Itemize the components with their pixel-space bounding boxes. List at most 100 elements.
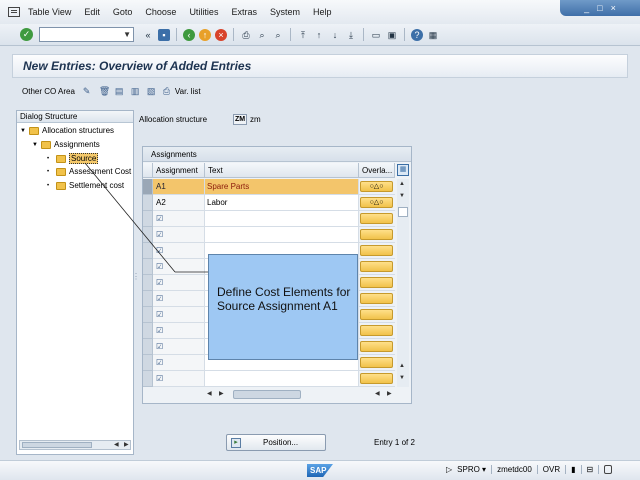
last-page-icon[interactable]: ⤓ [345, 29, 357, 41]
overlap-button[interactable] [360, 293, 393, 304]
row-selector[interactable] [143, 371, 153, 387]
scroll-right-icon[interactable]: ▶ [387, 390, 392, 397]
row-selector[interactable] [143, 291, 153, 307]
scroll-left-icon[interactable]: ◀ [375, 390, 380, 397]
text-cell[interactable] [205, 211, 359, 227]
row-selector[interactable] [143, 195, 153, 211]
row-selector[interactable] [143, 227, 153, 243]
menu-system[interactable]: System [270, 7, 300, 17]
scroll-up-icon[interactable]: ▲ [399, 363, 405, 369]
next-page-icon[interactable]: ↓ [329, 29, 341, 41]
menu-edit[interactable]: Edit [84, 7, 100, 17]
table-row[interactable]: A1 Spare Parts ○△○ [143, 179, 395, 195]
command-field[interactable]: ▼ [39, 27, 134, 42]
var-list-button[interactable]: Var. list [175, 87, 201, 96]
select-all-icon[interactable]: ▤ [115, 86, 125, 96]
column-header-overlap[interactable]: Overla... [359, 163, 395, 178]
overlap-button[interactable]: ○△○ [360, 181, 393, 192]
assignment-cell[interactable]: ☑ [153, 355, 205, 371]
row-selector[interactable] [143, 259, 153, 275]
select-block-icon[interactable]: ▥ [131, 86, 141, 96]
menu-icon[interactable] [8, 7, 20, 17]
menu-choose[interactable]: Choose [145, 7, 176, 17]
deselect-icon[interactable]: ▧ [147, 86, 157, 96]
tree-node-assessment-cost[interactable]: • Assessment Cost [47, 167, 131, 176]
previous-page-icon[interactable]: ↑ [313, 29, 325, 41]
exit-icon[interactable]: ↑ [199, 28, 211, 41]
expanded-triangle-icon[interactable]: ▼ [32, 142, 38, 148]
row-selector[interactable] [143, 243, 153, 259]
delete-icon[interactable]: 🗑 [99, 86, 110, 96]
scroll-down-icon[interactable]: ▼ [399, 375, 405, 381]
close-icon[interactable]: × [611, 3, 616, 13]
column-header-assignment[interactable]: Assignment [153, 163, 205, 178]
scroll-down-icon[interactable]: ▼ [399, 193, 405, 199]
overlap-button[interactable] [360, 325, 393, 336]
column-header-text[interactable]: Text [205, 163, 359, 178]
assignment-cell[interactable]: ☑ [153, 323, 205, 339]
row-selector[interactable] [143, 211, 153, 227]
scroll-right-icon[interactable]: ▶ [219, 390, 224, 397]
assignment-cell[interactable]: ☑ [153, 211, 205, 227]
menu-goto[interactable]: Goto [113, 7, 133, 17]
assignment-cell[interactable]: ☑ [153, 307, 205, 323]
status-transaction[interactable]: SPRO ▾ [457, 465, 493, 474]
status-layout-icon[interactable]: ⊟ [587, 465, 600, 474]
menu-table-view[interactable]: Table View [28, 7, 71, 17]
tree-node-allocation-structures[interactable]: ▼ Allocation structures [20, 126, 114, 135]
layout-icon[interactable]: ▦ [427, 29, 439, 41]
assignment-cell[interactable]: ☑ [153, 339, 205, 355]
assignment-cell[interactable]: ☑ [153, 291, 205, 307]
minimize-icon[interactable]: _ [584, 3, 589, 13]
chevron-down-icon[interactable]: ▼ [123, 30, 131, 39]
scroll-up-icon[interactable]: ▲ [399, 181, 405, 187]
table-row[interactable]: ☑ [143, 227, 395, 243]
overlap-button[interactable] [360, 213, 393, 224]
position-button[interactable]: ▸ Position... [226, 434, 326, 451]
overlap-button[interactable] [360, 229, 393, 240]
table-horizontal-scrollbar[interactable]: ◀ ▶ ◀ ▶ [205, 390, 395, 400]
row-selector[interactable] [143, 179, 153, 195]
new-session-icon[interactable]: ▭ [370, 29, 382, 41]
tree-horizontal-scrollbar[interactable]: ◀ ▶ [19, 440, 131, 450]
assignment-cell[interactable]: ☑ [153, 259, 205, 275]
shortcut-icon[interactable]: ▣ [386, 29, 398, 41]
overlap-button[interactable] [360, 277, 393, 288]
assignment-cell[interactable]: ☑ [153, 243, 205, 259]
restore-icon[interactable]: □ [597, 3, 602, 13]
history-icon[interactable]: « [142, 29, 154, 41]
back-icon[interactable]: ‹ [183, 28, 195, 41]
status-expand-icon[interactable]: ▷ [446, 465, 452, 474]
scroll-thumb[interactable] [22, 442, 92, 448]
scroll-right-icon[interactable]: ▶ [124, 441, 129, 448]
overlap-button[interactable]: ○△○ [360, 197, 393, 208]
text-cell[interactable] [205, 371, 359, 387]
change-display-icon[interactable]: ✎ [83, 86, 93, 96]
scroll-left-icon[interactable]: ◀ [114, 441, 119, 448]
cancel-icon[interactable]: × [215, 28, 227, 41]
overlap-button[interactable] [360, 261, 393, 272]
other-co-area-button[interactable]: Other CO Area [22, 87, 75, 96]
assignment-cell[interactable]: ☑ [153, 275, 205, 291]
enter-icon[interactable]: ✓ [20, 28, 33, 41]
menu-extras[interactable]: Extras [231, 7, 257, 17]
tree-node-source[interactable]: • Source [47, 153, 99, 164]
overlap-button[interactable] [360, 341, 393, 352]
scroll-left-icon[interactable]: ◀ [207, 390, 212, 397]
overlap-button[interactable] [360, 357, 393, 368]
row-selector[interactable] [143, 307, 153, 323]
table-row[interactable]: ☑ [143, 211, 395, 227]
assignment-cell[interactable]: A2 [153, 195, 205, 211]
overlap-button[interactable] [360, 245, 393, 256]
overlap-button[interactable] [360, 309, 393, 320]
scroll-thumb[interactable] [233, 390, 301, 399]
table-row[interactable]: ☑ [143, 371, 395, 387]
tree-node-settlement-cost[interactable]: • Settlement cost [47, 181, 124, 190]
select-all-header[interactable] [143, 163, 153, 178]
print-icon[interactable]: ⎙ [240, 29, 252, 41]
menu-utilities[interactable]: Utilities [189, 7, 218, 17]
print-icon[interactable]: ⎙ [163, 86, 173, 96]
save-icon[interactable]: ▪ [158, 28, 170, 41]
assignment-cell[interactable]: ☑ [153, 371, 205, 387]
table-vertical-scrollbar[interactable]: ▲ ▼ ▲ ▼ [397, 179, 409, 387]
